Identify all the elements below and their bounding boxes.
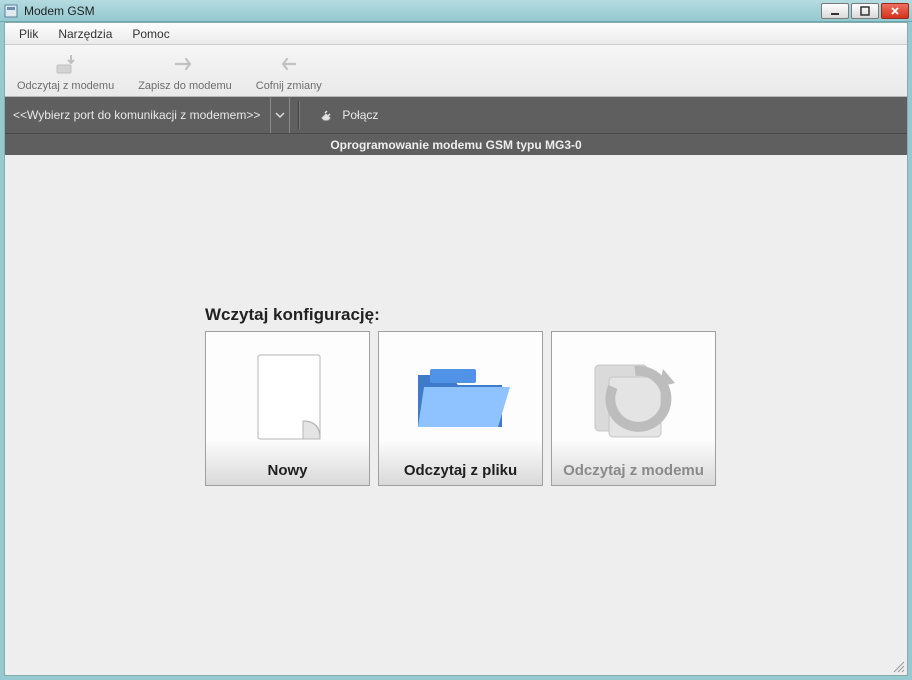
load-heading: Wczytaj konfigurację: — [205, 305, 725, 325]
content-area: Wczytaj konfigurację: Nowy — [5, 155, 907, 675]
menu-tools[interactable]: Narzędzia — [48, 24, 122, 44]
card-modem-label: Odczytaj z modemu — [563, 462, 704, 479]
toolbar: Odczytaj z modemu Zapisz do modemu Cofni… — [5, 45, 907, 97]
port-select-text: <<Wybierz port do komunikacji z modemem>… — [13, 108, 270, 122]
subtitle-bar: Oprogramowanie modemu GSM typu MG3-0 — [5, 133, 907, 155]
card-new[interactable]: Nowy — [205, 331, 370, 486]
load-configuration-panel: Wczytaj konfigurację: Nowy — [205, 305, 725, 486]
maximize-icon — [860, 6, 870, 16]
chevron-down-icon — [275, 110, 285, 120]
minimize-button[interactable] — [821, 3, 849, 19]
app-icon — [3, 3, 19, 19]
card-row: Nowy Odczytaj z pliku — [205, 331, 725, 486]
download-icon — [53, 50, 79, 78]
resize-grip[interactable] — [891, 659, 905, 673]
separator — [298, 101, 300, 129]
connect-button[interactable]: Połącz — [308, 102, 388, 129]
menu-file[interactable]: Plik — [9, 24, 48, 44]
connect-label: Połącz — [342, 108, 378, 122]
window-controls — [821, 3, 909, 19]
menubar: Plik Narzędzia Pomoc — [5, 23, 907, 45]
port-dropdown-button[interactable] — [270, 97, 290, 133]
titlebar: Modem GSM — [0, 0, 912, 22]
toolbar-undo-label: Cofnij zmiany — [256, 80, 322, 92]
communication-bar: <<Wybierz port do komunikacji z modemem>… — [5, 97, 907, 133]
close-button[interactable] — [881, 3, 909, 19]
window-title: Modem GSM — [24, 4, 821, 18]
undo-icon — [277, 50, 301, 78]
upload-icon — [172, 50, 198, 78]
toolbar-write-to-modem-button[interactable]: Zapisz do modemu — [132, 48, 238, 94]
toolbar-undo-button[interactable]: Cofnij zmiany — [250, 48, 328, 94]
folder-open-icon — [379, 332, 542, 462]
document-icon — [206, 332, 369, 462]
card-new-label: Nowy — [267, 462, 307, 479]
card-file-label: Odczytaj z pliku — [404, 462, 517, 479]
subtitle-text: Oprogramowanie modemu GSM typu MG3-0 — [330, 138, 581, 152]
refresh-from-device-icon — [552, 332, 715, 462]
port-select[interactable]: <<Wybierz port do komunikacji z modemem>… — [13, 97, 270, 133]
minimize-icon — [830, 6, 840, 16]
plug-icon — [318, 106, 334, 125]
toolbar-write-label: Zapisz do modemu — [138, 80, 232, 92]
client-area: Plik Narzędzia Pomoc Odczytaj z modemu Z… — [4, 22, 908, 676]
toolbar-read-from-modem-button[interactable]: Odczytaj z modemu — [11, 48, 120, 94]
card-read-from-modem: Odczytaj z modemu — [551, 331, 716, 486]
menu-help[interactable]: Pomoc — [122, 24, 179, 44]
app-window: Modem GSM Plik Narzędzia Pomoc — [0, 0, 912, 680]
close-icon — [890, 6, 900, 16]
maximize-button[interactable] — [851, 3, 879, 19]
card-read-from-file[interactable]: Odczytaj z pliku — [378, 331, 543, 486]
toolbar-read-label: Odczytaj z modemu — [17, 80, 114, 92]
